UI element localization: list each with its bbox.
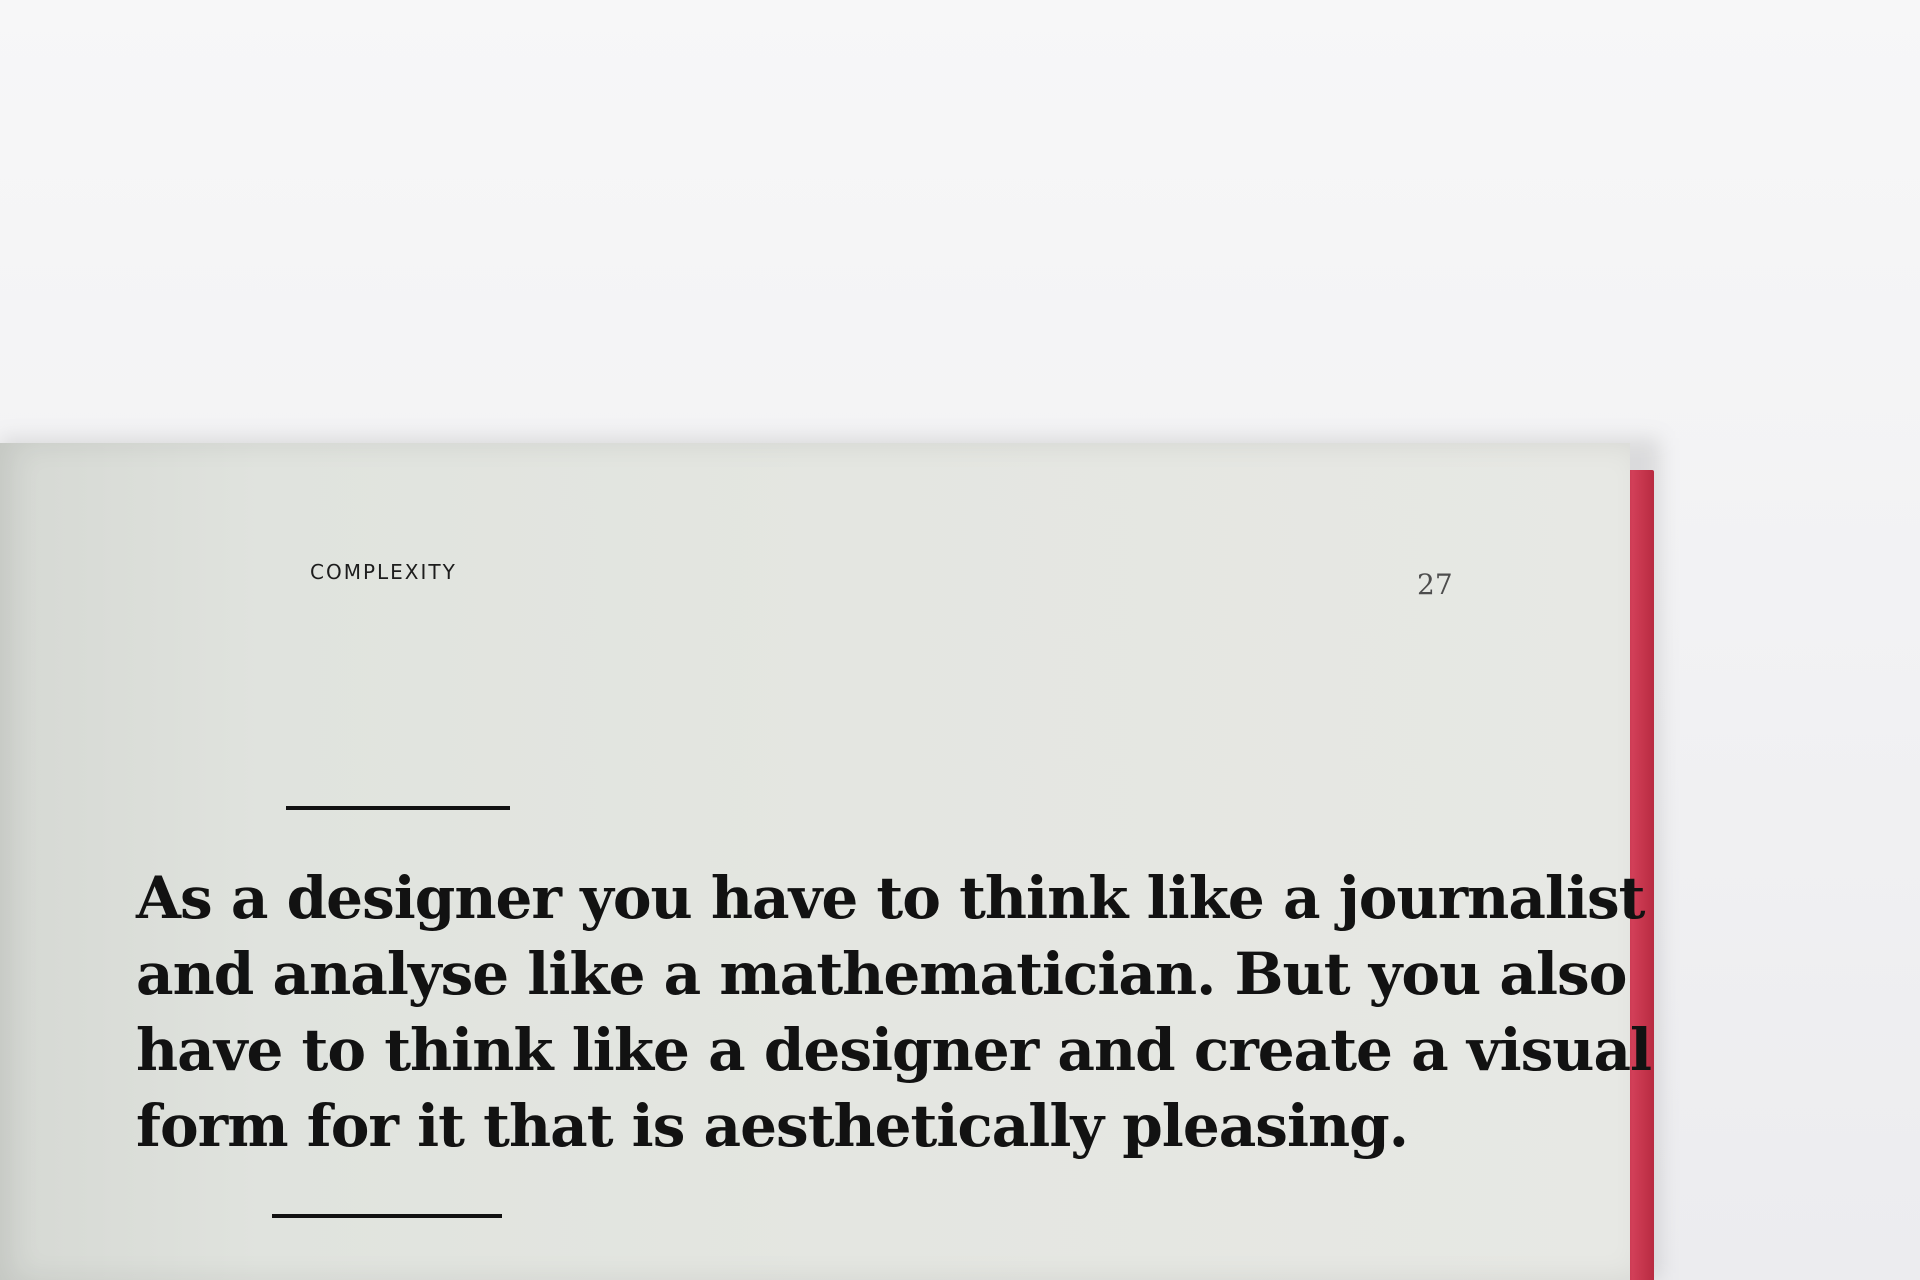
top-rule [286,806,510,810]
quote-line-3: have to think like a designer and create… [136,1016,1652,1084]
bottom-rule [272,1214,502,1218]
running-header: COMPLEXITY [310,560,457,584]
quote-block: As a designer you have to think like a j… [136,860,1652,1164]
quote-line-2: and analyse like a mathematician. But yo… [136,940,1627,1008]
page-number: 27 [1417,568,1453,601]
photo-scene: COMPLEXITY 27 As a designer you have to … [0,0,1920,1280]
quote-line-4: form for it that is aesthetically pleasi… [136,1092,1409,1160]
quote-line-1: As a designer you have to think like a j… [136,864,1645,932]
